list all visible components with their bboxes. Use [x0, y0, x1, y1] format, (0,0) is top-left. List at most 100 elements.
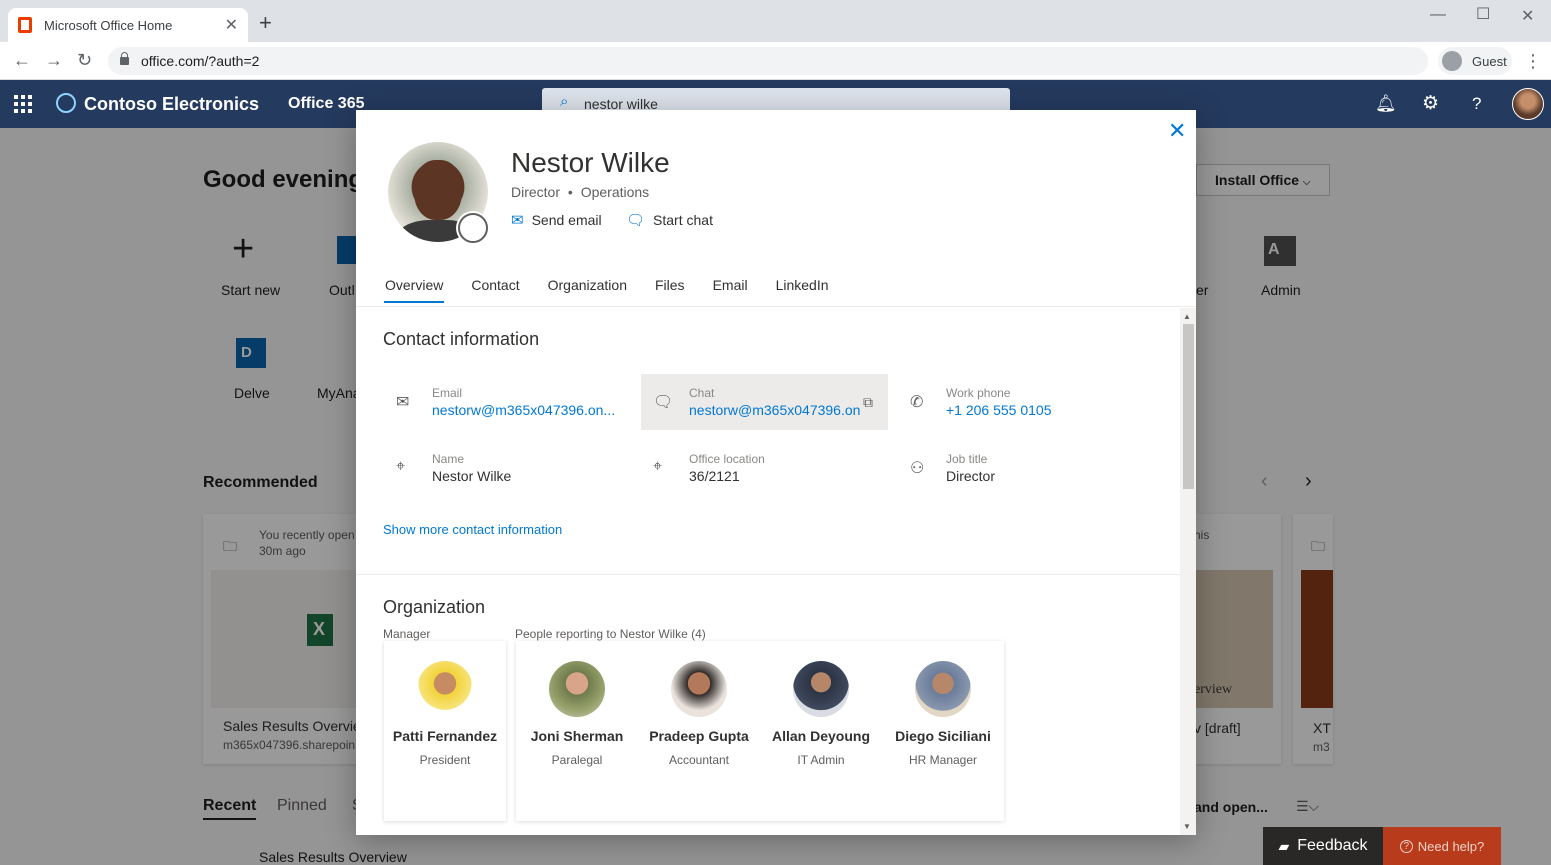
tab-overview[interactable]: Overview — [384, 275, 445, 303]
chat-icon: 🗨︎ — [653, 394, 674, 411]
section-divider — [356, 574, 1180, 575]
tab-title: Microsoft Office Home — [44, 17, 173, 33]
feedback-label: Feedback — [1297, 837, 1368, 854]
location-pin-icon: ⌖ — [396, 458, 406, 475]
scroll-up-icon[interactable]: ▲ — [1183, 312, 1191, 321]
maximize-icon[interactable]: ☐ — [1476, 4, 1490, 24]
contact-work-phone[interactable]: ✆ Work phone +1 206 555 0105 — [898, 374, 1145, 430]
mail-icon: ✉ — [396, 394, 410, 411]
contact-job-title: ⚇ Job title Director — [898, 440, 1145, 496]
profile-name: Nestor Wilke — [511, 147, 670, 178]
report-name: Joni Sherman — [530, 728, 624, 744]
report-name: Pradeep Gupta — [649, 728, 749, 744]
avatar — [915, 661, 971, 717]
profile-department: Operations — [580, 184, 650, 200]
minimize-icon[interactable]: — — [1430, 6, 1446, 24]
browser-tabstrip: Microsoft Office Home ✕ + — ☐ ✕ — [0, 0, 1551, 42]
manager-label: Manager — [383, 627, 431, 641]
close-icon[interactable]: ✕ — [1168, 118, 1186, 144]
mail-icon: ✉ — [511, 212, 524, 229]
window-close-icon[interactable]: ✕ — [1521, 6, 1534, 26]
tab-files[interactable]: Files — [654, 275, 686, 303]
office-value: 36/2121 — [689, 468, 740, 484]
report-name: Diego Siciliani — [895, 728, 991, 744]
report-role: Paralegal — [551, 753, 603, 767]
lock-icon — [120, 52, 129, 65]
scroll-down-icon[interactable]: ▼ — [1183, 822, 1191, 831]
contact-name: ⌖ Name Nestor Wilke — [384, 440, 631, 496]
phone-label: Work phone — [946, 386, 1011, 400]
person-tile-report-1[interactable]: Joni Sherman Paralegal — [516, 661, 638, 767]
browser-toolbar: ← → ↻ office.com/?auth=2 Guest ⋮ — [0, 42, 1551, 80]
profile-button[interactable]: Guest — [1438, 47, 1512, 75]
start-chat-label: Start chat — [653, 212, 713, 228]
need-help-label: Need help? — [1417, 838, 1485, 854]
question-icon: ? — [1399, 839, 1413, 853]
tabs-divider — [356, 306, 1196, 307]
contact-section-title: Contact information — [383, 329, 540, 349]
contact-office-location: ⌖ Office location 36/2121 — [641, 440, 888, 496]
profile-label: Guest — [1472, 53, 1507, 69]
guest-avatar-icon — [1442, 51, 1462, 71]
tab-close-icon[interactable]: ✕ — [225, 15, 238, 35]
new-tab-icon[interactable]: + — [259, 12, 272, 34]
browser-menu-icon[interactable]: ⋮ — [1524, 51, 1542, 72]
person-tile-report-4[interactable]: Diego Siciliani HR Manager — [882, 661, 1004, 767]
tab-contact[interactable]: Contact — [470, 275, 520, 303]
profile-title: Director — [511, 184, 561, 200]
avatar — [671, 661, 727, 717]
person-icon: ⚇ — [910, 460, 925, 477]
person-tile-manager[interactable]: Patti Fernandez President — [384, 661, 506, 767]
profile-tabs: Overview Contact Organization Files Emai… — [384, 275, 830, 303]
phone-value[interactable]: +1 206 555 0105 — [946, 402, 1052, 418]
send-email-label: Send email — [531, 212, 602, 228]
report-role: Accountant — [668, 753, 730, 767]
forward-icon[interactable]: → — [45, 50, 63, 70]
profile-subtitle: Director • Operations — [511, 184, 650, 200]
feedback-icon: ▰ — [1278, 837, 1290, 854]
tab-organization[interactable]: Organization — [547, 275, 628, 303]
contact-chat[interactable]: 🗨︎ Chat nestorw@m365x047396.on ⧉ — [641, 374, 888, 430]
contact-email[interactable]: ✉ Email nestorw@m365x047396.on... — [384, 374, 631, 430]
avatar — [549, 661, 605, 717]
job-value: Director — [946, 468, 996, 484]
report-name: Allan Deyoung — [771, 728, 870, 744]
profile-card-dialog: ✕ Nestor Wilke Director • Operations ✉ S… — [356, 110, 1196, 835]
need-help-button[interactable]: ? Need help? — [1383, 827, 1501, 865]
email-value[interactable]: nestorw@m365x047396.on... — [432, 402, 615, 418]
location-pin-icon: ⌖ — [653, 458, 663, 475]
send-email-button[interactable]: ✉ Send email — [511, 211, 602, 229]
show-more-contact-link[interactable]: Show more contact information — [383, 522, 562, 537]
reports-label: People reporting to Nestor Wilke (4) — [515, 627, 706, 641]
presence-status-icon — [458, 213, 488, 243]
tab-linkedin[interactable]: LinkedIn — [775, 275, 830, 303]
email-label: Email — [432, 386, 463, 400]
name-value: Nestor Wilke — [432, 468, 512, 484]
reload-icon[interactable]: ↻ — [77, 50, 92, 70]
chat-label: Chat — [689, 386, 715, 400]
office-label: Office location — [689, 452, 765, 466]
manager-role: President — [419, 753, 471, 767]
avatar — [793, 661, 849, 717]
org-section-title: Organization — [383, 597, 486, 617]
chat-value[interactable]: nestorw@m365x047396.on — [689, 402, 860, 418]
tab-email[interactable]: Email — [712, 275, 749, 303]
chat-icon: 🗨︎ — [626, 212, 646, 229]
person-tile-report-2[interactable]: Pradeep Gupta Accountant — [638, 661, 760, 767]
browser-tab[interactable]: Microsoft Office Home ✕ — [8, 8, 248, 42]
person-tile-report-3[interactable]: Allan Deyoung IT Admin — [760, 661, 882, 767]
report-role: HR Manager — [908, 753, 978, 767]
reports-card: Joni Sherman Paralegal Pradeep Gupta Acc… — [516, 641, 1004, 821]
manager-card: Patti Fernandez President — [384, 641, 506, 821]
office-favicon-icon — [18, 17, 32, 33]
start-chat-button[interactable]: 🗨︎ Start chat — [626, 211, 713, 229]
scrollbar-thumb[interactable] — [1183, 324, 1194, 489]
phone-icon: ✆ — [910, 394, 924, 411]
back-icon[interactable]: ← — [13, 50, 31, 70]
address-url: office.com/?auth=2 — [141, 53, 260, 69]
address-bar[interactable]: office.com/?auth=2 — [108, 47, 1428, 75]
job-label: Job title — [946, 452, 988, 466]
feedback-button[interactable]: ▰ Feedback — [1263, 827, 1383, 865]
report-role: IT Admin — [797, 753, 845, 767]
copy-icon[interactable]: ⧉ — [863, 394, 873, 411]
